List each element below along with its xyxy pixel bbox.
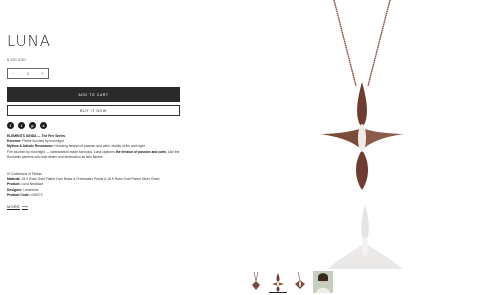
code-value: LNE072 [30, 192, 43, 197]
mythos-value: Honoring tension of passion and calm, du… [54, 144, 145, 149]
product-reflection-image [327, 205, 403, 269]
product-price: $ 250 SGD [7, 58, 27, 62]
more-link-label[interactable]: MORE [7, 205, 20, 209]
code-label: Product Code: [7, 192, 30, 197]
decrease-quantity-button[interactable]: − [12, 71, 14, 76]
more-link[interactable]: MORE ⟶ [7, 204, 182, 210]
thumbnail-4-model-photo[interactable] [313, 271, 333, 293]
essence-label: Essence: [7, 139, 22, 144]
twitter-icon[interactable]: t [18, 122, 25, 129]
designer-value: Lunarionis [23, 187, 39, 192]
add-to-cart-button[interactable]: ADD TO CART [7, 87, 180, 102]
social-share-icons: f t p s [7, 122, 182, 129]
material-value: 18 K Rose Gold Plated Over Brass & Fresh… [21, 177, 160, 182]
increase-quantity-button[interactable]: + [42, 71, 44, 76]
collection-line: IV Collections of Fiertas [7, 172, 42, 177]
product-label: Product: [7, 182, 21, 187]
series-title: ELEMENTS IONDA — The Fire Series [7, 134, 66, 138]
pinterest-icon[interactable]: p [29, 122, 36, 129]
quantity-value[interactable]: 1 [27, 71, 29, 76]
product-description: ELEMENTS IONDA — The Fire Series Essence… [7, 134, 182, 198]
product-value: Luna Necklace [21, 182, 44, 187]
thumbnail-3[interactable] [291, 271, 309, 293]
quantity-stepper[interactable]: − 1 + [7, 68, 49, 79]
essence-value: Flame touched by moonlight [22, 139, 64, 144]
thumbnail-2[interactable] [269, 271, 287, 293]
product-main-image[interactable] [312, 0, 412, 200]
mythos-label: Mythos & Artistic Resonance: [7, 144, 54, 149]
body-text-bold: the tension of passion and calm. [115, 149, 167, 154]
facebook-icon[interactable]: f [7, 122, 14, 129]
arrow-right-icon: ⟶ [22, 205, 28, 210]
thumbnail-gallery [247, 271, 333, 293]
designer-label: Designer: [7, 187, 23, 192]
product-title: LUNA [7, 32, 52, 50]
material-label: Material: [7, 177, 21, 182]
product-info: LUNA $ 250 SGD − 1 + ADD TO CART BUY IT … [7, 32, 182, 209]
share-icon[interactable]: s [40, 122, 47, 129]
thumbnail-1[interactable] [247, 271, 265, 293]
buy-now-button[interactable]: BUY IT NOW [7, 105, 180, 116]
body-text-start: Fire touched by moonlight — contradictio… [7, 149, 115, 154]
